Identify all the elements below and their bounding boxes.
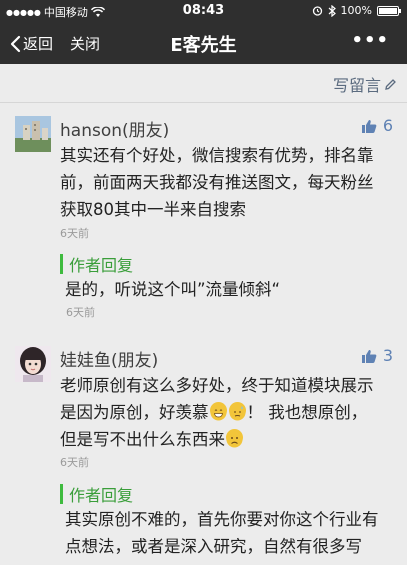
like-count: 6 <box>382 116 393 135</box>
reply-line: 点想法，或者是深入研究，自然有很多写 <box>65 537 362 556</box>
alarm-icon <box>312 6 322 16</box>
comments-panel: 写留言 hanson(朋友) 6 其实还有个好处，微信搜索有优势，排名靠 前，前… <box>0 64 407 565</box>
comment-line: 前，前面两天我都没有推送图文，每天粉丝 <box>60 173 374 192</box>
thumbs-up-icon <box>361 349 377 363</box>
reply-text: 其实原创不难的，首先你要对你这个行业有 点想法，或者是深入研究，自然有很多写 <box>65 506 395 560</box>
divider <box>0 102 407 103</box>
sweat-emoji-icon <box>228 402 246 421</box>
comment-segment: 但是写不出什么东西来 <box>60 430 225 449</box>
comment-line: 老师原创有这么多好处，终于知道模块展示 <box>60 376 374 395</box>
like-button[interactable]: 6 <box>361 116 393 135</box>
battery-fill <box>379 7 397 14</box>
thumbs-up-icon <box>361 119 377 133</box>
comment-line: 但是写不出什么东西来 <box>60 426 390 453</box>
comment-segment: 是因为原创，好羡慕 <box>60 403 209 422</box>
avatar[interactable] <box>15 116 51 152</box>
page-title: E客先生 <box>170 35 237 56</box>
reply-label: 作者回复 <box>69 256 134 275</box>
comment-time: 6天前 <box>60 227 89 240</box>
like-button[interactable]: 3 <box>361 346 393 365</box>
grin-emoji-icon <box>209 402 227 421</box>
nav-bar: 返回 关闭 E客先生 ••• <box>0 22 407 64</box>
reply-text: 是的，听说这个叫”流量倾斜“ <box>65 280 281 299</box>
comment-author: hanson(朋友) <box>60 121 170 141</box>
reply-line: 其实原创不难的，首先你要对你这个行业有 <box>65 510 379 529</box>
reply-label: 作者回复 <box>69 486 134 505</box>
comment-segment: ！ 我也想原创， <box>246 403 368 422</box>
pencil-icon <box>385 78 396 90</box>
reply-time: 6天前 <box>66 306 95 319</box>
battery-icon <box>377 5 401 16</box>
more-button[interactable]: ••• <box>351 30 389 51</box>
write-comment-label: 写留言 <box>332 76 381 95</box>
like-count: 3 <box>382 346 393 365</box>
status-right: 100% <box>312 4 401 17</box>
avatar[interactable] <box>15 346 51 382</box>
status-bar: ●●●●● 中国移动 08:43 100% <box>0 0 407 22</box>
sad-emoji-icon <box>226 429 243 448</box>
battery-percent: 100% <box>340 4 372 17</box>
reply-accent-bar <box>60 254 63 274</box>
comment-text: 老师原创有这么多好处，终于知道模块展示 是因为原创，好羡慕 ！ 我也想原创， 但是… <box>60 372 390 453</box>
avatar-image <box>15 346 51 382</box>
write-comment-button[interactable]: 写留言 <box>333 72 397 96</box>
comment-line: 是因为原创，好羡慕 ！ 我也想原创， <box>60 399 390 426</box>
comment-line: 获取80其中一半来自搜索 <box>60 200 246 219</box>
avatar-image <box>15 116 51 152</box>
comment-line: 其实还有个好处，微信搜索有优势，排名靠 <box>60 146 374 165</box>
comment-text: 其实还有个好处，微信搜索有优势，排名靠 前，前面两天我都没有推送图文，每天粉丝 … <box>60 142 390 223</box>
bluetooth-icon <box>328 4 336 17</box>
comment-author: 娃娃鱼(朋友) <box>60 351 159 371</box>
reply-accent-bar <box>60 484 63 504</box>
comment-time: 6天前 <box>60 456 89 469</box>
